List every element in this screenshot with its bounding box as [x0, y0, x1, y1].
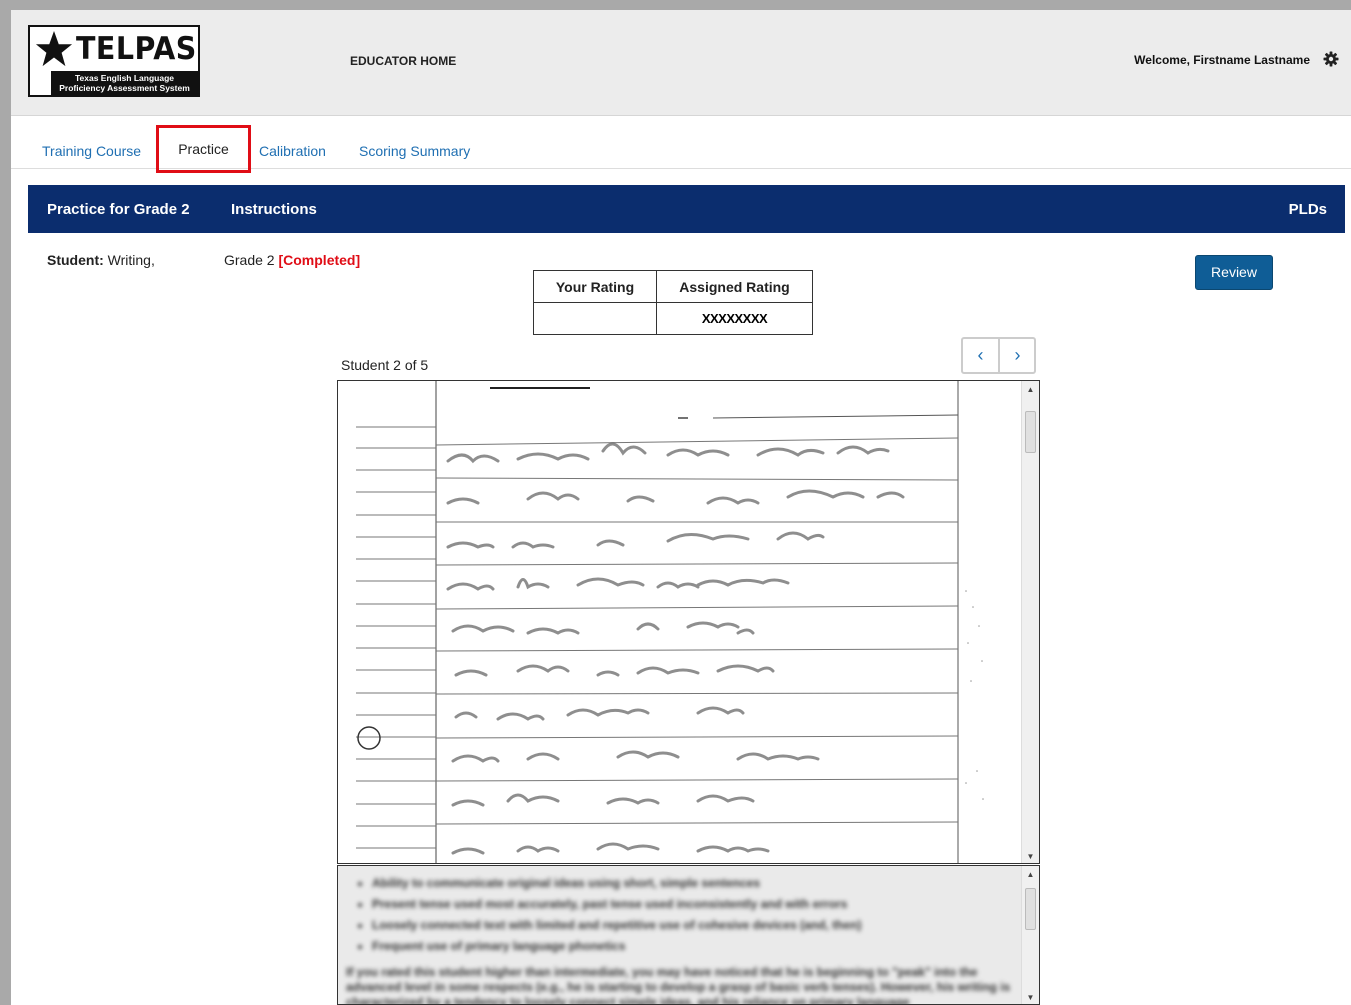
viewer-scrollbar[interactable]: ▲ ▼	[1021, 381, 1039, 863]
list-item: Frequent use of primary language phoneti…	[372, 939, 861, 953]
your-rating-header: Your Rating	[533, 270, 657, 303]
tab-calibration[interactable]: Calibration	[259, 143, 326, 159]
your-rating-value	[533, 302, 657, 335]
list-item: Present tense used most accurately, past…	[372, 897, 861, 911]
list-item: Loosely connected text with limited and …	[372, 918, 861, 932]
status-badge: [Completed]	[278, 252, 361, 268]
feedback-paragraph: If you rated this student higher than in…	[346, 965, 1011, 1005]
star-icon	[35, 30, 73, 67]
grade-info: Grade 2 [Completed]	[224, 252, 360, 268]
tab-practice[interactable]: Practice	[156, 125, 251, 173]
logo-subtitle-line2: Proficiency Assessment System	[59, 83, 190, 93]
logo-word: TELPAS	[76, 31, 197, 67]
logo-subtitle: Texas English Language Proficiency Asses…	[51, 71, 198, 95]
chevron-right-icon: ›	[1014, 345, 1021, 365]
rating-table: Your Rating Assigned Rating XXXXXXXX	[533, 270, 813, 335]
student-value: Writing,	[103, 252, 155, 268]
student-count: Student 2 of 5	[341, 357, 429, 373]
scroll-up-icon[interactable]: ▲	[1022, 866, 1039, 883]
banner-title: Practice for Grade 2	[47, 201, 190, 218]
student-pager: ‹ ›	[961, 337, 1036, 374]
grade-text: Grade 2	[224, 252, 279, 268]
prev-student-button[interactable]: ‹	[963, 339, 998, 372]
header: TELPAS Texas English Language Proficienc…	[11, 10, 1351, 116]
chevron-left-icon: ‹	[977, 345, 984, 365]
telpas-logo[interactable]: TELPAS Texas English Language Proficienc…	[28, 25, 200, 97]
next-student-button[interactable]: ›	[1000, 339, 1035, 372]
welcome-user-text: Welcome, Firstname Lastname	[1134, 53, 1310, 67]
practice-banner: Practice for Grade 2 Instructions PLDs	[28, 185, 1345, 233]
handwriting-sample-image	[338, 381, 1022, 863]
instructions-link[interactable]: Instructions	[231, 201, 317, 218]
scroll-up-icon[interactable]: ▲	[1022, 381, 1039, 398]
feedback-panel[interactable]: Ability to communicate original ideas us…	[337, 865, 1040, 1005]
feedback-bullets: Ability to communicate original ideas us…	[358, 876, 861, 960]
tab-bar: Training Course Practice Calibration Sco…	[11, 116, 1351, 173]
student-info: Student: Writing,	[47, 252, 155, 268]
app-frame: TELPAS Texas English Language Proficienc…	[11, 10, 1351, 1005]
writing-sample-viewer[interactable]: ▲ ▼	[337, 380, 1040, 864]
review-button[interactable]: Review	[1195, 255, 1273, 290]
assigned-rating-value: XXXXXXXX	[656, 302, 813, 335]
student-label: Student:	[47, 252, 104, 268]
scroll-thumb[interactable]	[1025, 411, 1036, 453]
logo-subtitle-line1: Texas English Language	[74, 73, 175, 83]
tab-scoring-summary[interactable]: Scoring Summary	[359, 143, 470, 159]
tab-training-course[interactable]: Training Course	[42, 143, 141, 159]
scroll-down-icon[interactable]: ▼	[1022, 989, 1039, 1004]
feedback-scrollbar[interactable]: ▲ ▼	[1021, 866, 1039, 1004]
logo-top: TELPAS	[30, 27, 198, 71]
educator-home-link[interactable]: EDUCATOR HOME	[350, 54, 456, 68]
list-item: Ability to communicate original ideas us…	[372, 876, 861, 890]
plds-link[interactable]: PLDs	[1289, 201, 1327, 218]
gear-icon[interactable]	[1323, 51, 1339, 67]
scroll-thumb[interactable]	[1025, 888, 1036, 930]
assigned-rating-header: Assigned Rating	[656, 270, 813, 303]
scroll-down-icon[interactable]: ▼	[1022, 848, 1039, 863]
